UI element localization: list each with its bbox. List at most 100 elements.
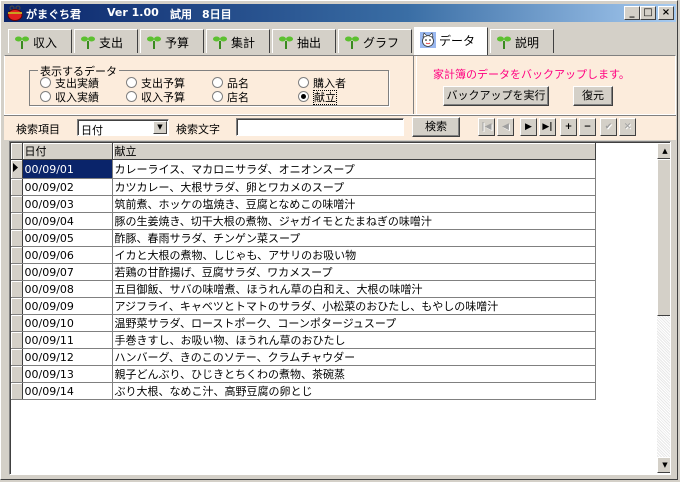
scroll-thumb[interactable]	[657, 159, 670, 316]
nav-cancel-button[interactable]: ✕	[619, 118, 636, 136]
table-row[interactable]: 00/09/08 五目御飯、サバの味噌煮、ほうれん草の白和え、大根の味噌汁	[11, 280, 596, 298]
data-grid[interactable]: 日付 献立 00/09/01 カレーライス、マカロニサラダ、オニオンスープ 00/0…	[9, 141, 671, 475]
date-cell[interactable]: 00/09/05	[22, 229, 113, 247]
tab-expense[interactable]: 支出	[74, 29, 138, 53]
menu-cell[interactable]: アジフライ、キャベツとトマトのサラダ、小松菜のおひたし、もやしの味噌汁	[112, 297, 596, 315]
table-row[interactable]: 00/09/05 酢豚、春雨サラダ、チンゲン菜スープ	[11, 229, 596, 247]
menu-cell[interactable]: カレーライス、マカロニサラダ、オニオンスープ	[112, 159, 596, 179]
nav-first-button[interactable]: |◀	[478, 118, 495, 136]
dropdown-arrow-icon[interactable]: ▼	[153, 121, 167, 134]
row-indicator[interactable]	[11, 297, 23, 315]
nav-prev-button[interactable]: ◀	[497, 118, 514, 136]
close-button[interactable]: ×	[658, 6, 674, 20]
date-cell[interactable]: 00/09/06	[22, 246, 113, 264]
tab-graph[interactable]: グラフ	[338, 29, 412, 53]
table-row[interactable]: 00/09/07 若鶏の甘酢揚げ、豆腐サラダ、ワカメスープ	[11, 263, 596, 281]
radio-icon	[126, 91, 137, 102]
table-row[interactable]: 00/09/11 手巻きすし、お吸い物、ほうれん草のおひたし	[11, 331, 596, 349]
radio-income-budget[interactable]: 収入予算	[126, 89, 185, 105]
menu-cell[interactable]: イカと大根の煮物、しじゃも、アサリのお吸い物	[112, 246, 596, 264]
menu-cell[interactable]: ハンバーグ、きのこのソテー、クラムチャウダー	[112, 348, 596, 366]
row-indicator[interactable]	[11, 280, 23, 298]
nav-delete-button[interactable]: −	[579, 118, 596, 136]
search-text-input[interactable]	[236, 118, 404, 136]
minimize-icon: _	[629, 7, 635, 18]
tab-label: 説明	[515, 36, 540, 50]
search-button[interactable]: 検索	[412, 117, 460, 137]
date-cell[interactable]: 00/09/03	[22, 195, 113, 213]
column-header-menu[interactable]: 献立	[112, 143, 596, 160]
menu-cell[interactable]: 五目御飯、サバの味噌煮、ほうれん草の白和え、大根の味噌汁	[112, 280, 596, 298]
menu-cell[interactable]: 豚の生姜焼き、切干大根の煮物、ジャガイモとたまねぎの味噌汁	[112, 212, 596, 230]
radio-menu[interactable]: 献立	[298, 89, 337, 105]
table-row[interactable]: 00/09/03 筑前煮、ホッケの塩焼き、豆腐となめこの味噌汁	[11, 195, 596, 213]
date-cell[interactable]: 00/09/04	[22, 212, 113, 230]
table-row[interactable]: 00/09/02 カツカレー、大根サラダ、卵とワカメのスープ	[11, 178, 596, 196]
row-indicator[interactable]	[11, 263, 23, 281]
row-indicator[interactable]	[11, 195, 23, 213]
menu-cell[interactable]: 若鶏の甘酢揚げ、豆腐サラダ、ワカメスープ	[112, 263, 596, 281]
last-record-icon: ▶|	[542, 122, 553, 132]
search-item-select[interactable]: 日付 ▼	[77, 119, 169, 137]
scroll-up-icon[interactable]: ▲	[657, 143, 670, 159]
menu-cell[interactable]: 酢豚、春雨サラダ、チンゲン菜スープ	[112, 229, 596, 247]
date-cell[interactable]: 00/09/11	[22, 331, 113, 349]
table-row[interactable]: 00/09/14 ぶり大根、なめこ汁、高野豆腐の卵とじ	[11, 382, 596, 400]
date-cell[interactable]: 00/09/02	[22, 178, 113, 196]
date-cell[interactable]: 00/09/09	[22, 297, 113, 315]
purse-icon	[7, 5, 23, 21]
menu-cell[interactable]: 手巻きすし、お吸い物、ほうれん草のおひたし	[112, 331, 596, 349]
table-row[interactable]: 00/09/09 アジフライ、キャベツとトマトのサラダ、小松菜のおひたし、もやしの…	[11, 297, 596, 315]
menu-cell[interactable]: 温野菜サラダ、ローストポーク、コーンポタージュスープ	[112, 314, 596, 332]
scroll-down-icon[interactable]: ▼	[657, 457, 670, 473]
maximize-button[interactable]: □	[640, 6, 656, 20]
row-indicator[interactable]	[11, 229, 23, 247]
date-cell[interactable]: 00/09/12	[22, 348, 113, 366]
tab-extract[interactable]: 抽出	[272, 29, 336, 53]
menu-cell[interactable]: 親子どんぶり、ひじきとちくわの煮物、茶碗蒸	[112, 365, 596, 383]
nav-add-button[interactable]: +	[560, 118, 577, 136]
table-row[interactable]: 00/09/10 温野菜サラダ、ローストポーク、コーンポタージュスープ	[11, 314, 596, 332]
radio-income-actual[interactable]: 収入実績	[40, 89, 99, 105]
nav-last-button[interactable]: ▶|	[539, 118, 556, 136]
vertical-scrollbar[interactable]: ▲ ▼	[657, 143, 670, 473]
date-cell[interactable]: 00/09/07	[22, 263, 113, 281]
minimize-button[interactable]: _	[624, 6, 640, 20]
column-header-date[interactable]: 日付	[22, 143, 113, 160]
radio-store-name[interactable]: 店名	[212, 89, 249, 105]
tab-summary[interactable]: 集計	[206, 29, 270, 53]
menu-cell[interactable]: ぶり大根、なめこ汁、高野豆腐の卵とじ	[112, 382, 596, 400]
tab-label: 支出	[99, 36, 124, 50]
nav-post-button[interactable]: ✔	[600, 118, 617, 136]
date-cell[interactable]: 00/09/10	[22, 314, 113, 332]
row-indicator[interactable]	[11, 178, 23, 196]
date-cell[interactable]: 00/09/13	[22, 365, 113, 383]
row-indicator[interactable]	[11, 212, 23, 230]
table-row[interactable]: 00/09/04 豚の生姜焼き、切干大根の煮物、ジャガイモとたまねぎの味噌汁	[11, 212, 596, 230]
menu-cell[interactable]: 筑前煮、ホッケの塩焼き、豆腐となめこの味噌汁	[112, 195, 596, 213]
row-indicator[interactable]	[11, 331, 23, 349]
table-row[interactable]: 00/09/13 親子どんぶり、ひじきとちくわの煮物、茶碗蒸	[11, 365, 596, 383]
table-row[interactable]: 00/09/01 カレーライス、マカロニサラダ、オニオンスープ	[11, 159, 596, 179]
tab-help[interactable]: 説明	[490, 29, 554, 53]
row-indicator[interactable]	[11, 314, 23, 332]
table-row[interactable]: 00/09/06 イカと大根の煮物、しじゃも、アサリのお吸い物	[11, 246, 596, 264]
tab-budget[interactable]: 予算	[140, 29, 204, 53]
row-indicator[interactable]	[11, 246, 23, 264]
nav-next-button[interactable]: ▶	[520, 118, 537, 136]
date-cell[interactable]: 00/09/08	[22, 280, 113, 298]
tab-income[interactable]: 収入	[8, 29, 72, 53]
date-cell[interactable]: 00/09/14	[22, 382, 113, 400]
date-cell[interactable]: 00/09/01	[22, 159, 113, 179]
run-backup-button[interactable]: バックアップを実行	[443, 86, 549, 106]
row-indicator[interactable]	[11, 382, 23, 400]
row-indicator[interactable]	[11, 365, 23, 383]
current-row-indicator-icon[interactable]	[11, 159, 23, 179]
table-row[interactable]: 00/09/12 ハンバーグ、きのこのソテー、クラムチャウダー	[11, 348, 596, 366]
title-bar[interactable]: がまぐち君 Ver 1.00 試用 8日目 _ □ ×	[4, 4, 676, 22]
menu-cell[interactable]: カツカレー、大根サラダ、卵とワカメのスープ	[112, 178, 596, 196]
restore-button[interactable]: 復元	[573, 86, 613, 106]
check-icon: ✔	[604, 122, 613, 132]
row-indicator[interactable]	[11, 348, 23, 366]
tab-data[interactable]: データ	[414, 27, 488, 55]
